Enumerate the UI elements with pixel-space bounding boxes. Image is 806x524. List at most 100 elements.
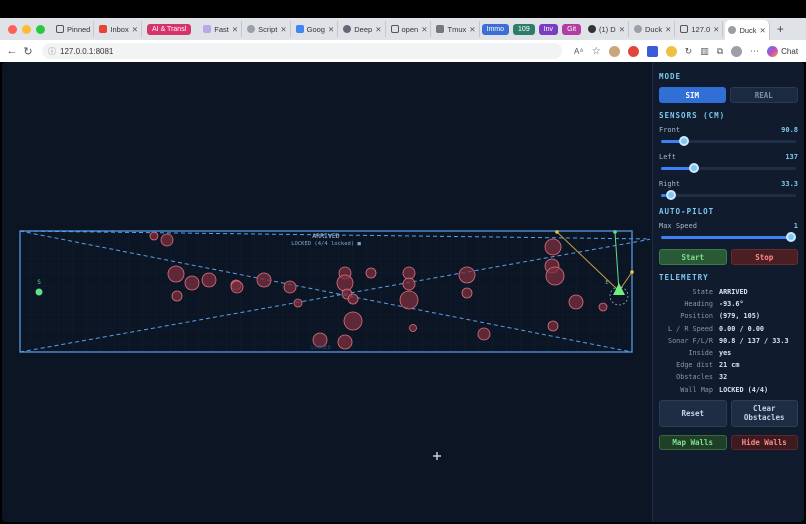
- tab-pinned[interactable]: Pinned: [53, 21, 95, 37]
- telemetry-row: L / R Speed 0.00 / 0.00: [659, 325, 798, 333]
- sensor-right: Right 33.3: [659, 180, 798, 200]
- tab-group-109[interactable]: 109: [513, 23, 535, 35]
- page-icon: [680, 25, 689, 33]
- tab-group-immo[interactable]: Immo: [481, 23, 510, 35]
- url-text: 127.0.0.1:8081: [60, 46, 114, 56]
- map-walls-button[interactable]: Map Walls: [659, 434, 727, 450]
- minimize-window-button[interactable]: [22, 24, 31, 34]
- obstacle: [337, 334, 353, 350]
- sensors-section-title: SENSORS (CM): [659, 111, 726, 120]
- back-arrow-icon[interactable]: ←: [4, 45, 20, 57]
- copilot-chat-button[interactable]: Chat: [767, 45, 798, 57]
- tab-duck-1[interactable]: Duck ✕: [631, 21, 676, 37]
- close-tab-icon[interactable]: ✕: [232, 25, 238, 34]
- close-tab-icon[interactable]: ✕: [132, 25, 138, 34]
- tab-inbox[interactable]: Inbox ✕: [96, 21, 143, 37]
- read-aloud-icon[interactable]: Aᐞ: [574, 47, 584, 56]
- obstacle: [547, 320, 559, 332]
- tab-deep[interactable]: Deep ✕: [340, 21, 386, 37]
- hide-walls-button[interactable]: Hide Walls: [730, 434, 798, 450]
- sensor-left-value: 137: [785, 153, 798, 161]
- slider-knob[interactable]: [786, 232, 796, 242]
- refresh-extension-icon[interactable]: ↻: [685, 46, 693, 57]
- tab-duck-active[interactable]: Duck ✕: [725, 20, 770, 40]
- close-tab-icon[interactable]: ✕: [421, 25, 427, 34]
- close-tab-icon[interactable]: ✕: [619, 25, 625, 34]
- mode-sim-button[interactable]: SIM: [659, 87, 726, 103]
- simulation-svg: ARRIVED LOCKED (4/4 locked) ■ LOCKED S E: [19, 230, 653, 460]
- telemetry-list: State ARRIVED Heading -93.6° Position (979, 1…: [659, 288, 798, 394]
- telemetry-section-title: TELEMETRY: [659, 273, 709, 282]
- sparkle-icon: [203, 25, 212, 33]
- collections-icon[interactable]: ⧉: [717, 46, 723, 57]
- extension-yellow-icon[interactable]: [665, 45, 677, 57]
- new-tab-button[interactable]: +: [777, 22, 784, 36]
- close-tab-icon[interactable]: ✕: [328, 25, 334, 34]
- extension-red-icon[interactable]: [627, 45, 639, 57]
- close-tab-icon[interactable]: ✕: [665, 25, 671, 34]
- url-field[interactable]: ⓘ 127.0.0.1:8081: [42, 43, 562, 59]
- tab-localhost[interactable]: 127.0 ✕: [677, 21, 724, 37]
- more-menu-icon[interactable]: ⋯: [750, 46, 759, 57]
- tab-label: Inbox: [110, 24, 129, 34]
- telemetry-key: Heading: [684, 300, 713, 309]
- favorite-star-icon[interactable]: ☆: [592, 46, 601, 57]
- slider-knob[interactable]: [688, 163, 699, 173]
- close-tab-icon[interactable]: ✕: [469, 25, 475, 34]
- stop-button[interactable]: Stop: [730, 249, 798, 265]
- deep-icon: [343, 25, 352, 33]
- reset-button[interactable]: Reset: [659, 399, 727, 427]
- reload-icon[interactable]: ↻: [20, 45, 36, 58]
- tab-github[interactable]: (1) D ✕: [585, 21, 629, 37]
- tab-label: Duck: [644, 24, 663, 34]
- sensor-left: Left 137: [659, 153, 798, 173]
- toolbar-icons: Aᐞ ☆ ↻ ▥ ⧉ ⋯ Chat: [574, 45, 798, 57]
- slider-knob[interactable]: [678, 136, 689, 146]
- max-speed-slider[interactable]: [661, 232, 796, 242]
- maximize-window-button[interactable]: [36, 24, 45, 34]
- telemetry-row: State ARRIVED: [659, 288, 798, 296]
- obstacle: [160, 233, 174, 247]
- sensor-front-slider[interactable]: [661, 136, 796, 146]
- start-button[interactable]: Start: [659, 249, 727, 265]
- telemetry-row: Inside yes: [659, 349, 798, 357]
- obstacle: [598, 302, 608, 312]
- clear-obstacles-button[interactable]: Clear Obstacles: [730, 399, 798, 427]
- tab-fast[interactable]: Fast ✕: [200, 21, 243, 37]
- close-tab-icon[interactable]: ✕: [375, 25, 381, 34]
- mode-real-button[interactable]: REAL: [729, 87, 798, 103]
- tab-group-ai[interactable]: AI & Transl: [144, 21, 198, 37]
- simulation-canvas[interactable]: ARRIVED LOCKED (4/4 locked) ■ LOCKED S E: [2, 62, 653, 522]
- close-tab-icon[interactable]: ✕: [760, 26, 766, 35]
- sensor-front-label: Front: [659, 126, 681, 134]
- tab-tmux[interactable]: Tmux ✕: [433, 21, 480, 37]
- close-tab-icon[interactable]: ✕: [280, 25, 286, 34]
- sensor-front-value: 90.8: [781, 126, 798, 134]
- tab-group-chip[interactable]: AI & Transl: [147, 23, 192, 35]
- tab-script[interactable]: Script ✕: [244, 21, 291, 37]
- slider-knob[interactable]: [666, 190, 676, 200]
- telemetry-value: yes: [719, 348, 732, 357]
- tab-label: Duck: [739, 25, 757, 35]
- tab-label: Pinned: [67, 24, 91, 34]
- telemetry-row: Wall Map LOCKED (4/4): [659, 386, 798, 394]
- profile-avatar-icon[interactable]: [731, 45, 743, 57]
- obstacle: [336, 274, 354, 292]
- close-tab-icon[interactable]: ✕: [713, 25, 719, 34]
- obstacle: [283, 280, 297, 294]
- telemetry-value: -93.6°: [719, 300, 744, 309]
- info-icon[interactable]: ⓘ: [48, 46, 56, 57]
- tab-group-inv[interactable]: Inv: [538, 23, 559, 35]
- sensor-right-slider[interactable]: [661, 190, 796, 200]
- telemetry-key: Obstacles: [676, 373, 713, 382]
- tab-goog[interactable]: Goog ✕: [293, 21, 339, 37]
- close-window-button[interactable]: [8, 24, 17, 34]
- split-view-icon[interactable]: ▥: [700, 46, 709, 57]
- browser-tab-strip: Pinned Inbox ✕ AI & Transl Fast ✕ Script ✕ …: [0, 18, 806, 40]
- tab-open[interactable]: open ✕: [388, 21, 432, 37]
- sensor-left-slider[interactable]: [661, 163, 796, 173]
- extension-blue-icon[interactable]: [646, 45, 658, 57]
- tab-group-git[interactable]: Git: [562, 23, 582, 35]
- telemetry-value: (979, 105): [719, 312, 760, 321]
- extension-cookie-icon[interactable]: [608, 45, 620, 57]
